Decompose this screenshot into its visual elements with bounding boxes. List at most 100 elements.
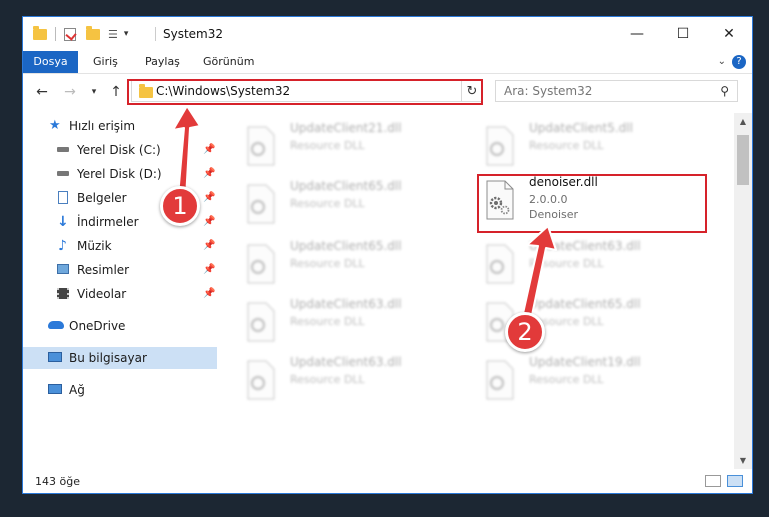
up-arrow-icon[interactable]: ↑: [107, 83, 125, 101]
chevron-down-icon[interactable]: ▾: [124, 29, 129, 39]
search-box[interactable]: ⚲: [495, 80, 738, 102]
ribbon-tabs: Dosya Giriş Paylaş Görünüm ? ⌄: [23, 51, 752, 74]
drive-icon: [57, 171, 69, 176]
sidebar-item-label: Belgeler: [77, 191, 127, 205]
file-tile[interactable]: UpdateClient65.dll Resource DLL: [240, 177, 470, 229]
file-description: Resource DLL: [290, 315, 365, 328]
search-icon[interactable]: ⚲: [720, 84, 729, 98]
pin-icon[interactable]: 📌: [203, 187, 215, 209]
dll-file-icon: [486, 244, 514, 284]
sidebar-item-label: Videolar: [77, 287, 127, 301]
sidebar-item-onedrive[interactable]: OneDrive: [23, 315, 217, 337]
file-description: Resource DLL: [290, 373, 365, 386]
videos-icon: [57, 288, 69, 299]
cloud-icon: [48, 321, 64, 329]
file-list: UpdateClient21.dll Resource DLL UpdateCl…: [220, 113, 740, 463]
close-button[interactable]: ✕: [706, 17, 752, 51]
file-tile[interactable]: UpdateClient63.dll Resource DLL: [240, 295, 470, 347]
file-name: UpdateClient19.dll: [529, 355, 641, 369]
file-name: UpdateClient65.dll: [290, 239, 402, 253]
file-description: Resource DLL: [290, 197, 365, 210]
sidebar-item-label: Yerel Disk (D:): [77, 167, 162, 181]
sidebar-item-label: OneDrive: [69, 319, 126, 333]
drive-icon: [57, 147, 69, 152]
pin-icon[interactable]: 📌: [203, 235, 215, 257]
sidebar-item-disk-d[interactable]: Yerel Disk (D:) 📌: [23, 163, 217, 185]
sidebar-item-label: Resimler: [77, 263, 130, 277]
details-view-icon[interactable]: [705, 475, 721, 487]
music-icon: ♪: [58, 238, 67, 254]
properties-icon[interactable]: [64, 27, 77, 41]
minimize-button[interactable]: —: [614, 17, 660, 51]
file-description: Resource DLL: [290, 139, 365, 152]
vertical-scrollbar[interactable]: ▲ ▼: [734, 113, 752, 469]
file-name: UpdateClient63.dll: [290, 355, 402, 369]
ribbon-expand-icon[interactable]: ⌄: [718, 56, 726, 67]
file-tile[interactable]: UpdateClient63.dll Resource DLL: [240, 353, 470, 405]
scroll-down-arrow-icon[interactable]: ▼: [734, 456, 752, 465]
back-arrow-icon[interactable]: ←: [33, 83, 51, 101]
sidebar-item-quick-access[interactable]: ★ Hızlı erişim: [23, 115, 217, 137]
file-tile[interactable]: UpdateClient5.dll Resource DLL: [479, 119, 709, 171]
tiles-view-icon[interactable]: [727, 475, 743, 487]
file-name: UpdateClient63.dll: [290, 297, 402, 311]
sidebar-item-label: Hızlı erişim: [69, 119, 136, 133]
new-folder-icon[interactable]: [86, 25, 100, 40]
maximize-button[interactable]: ☐: [660, 17, 706, 51]
title-divider: [155, 27, 156, 41]
dll-file-icon: [247, 360, 275, 400]
forward-arrow-icon[interactable]: →: [61, 83, 79, 101]
dll-file-icon: [486, 360, 514, 400]
file-name: UpdateClient63.dll: [529, 239, 641, 253]
pin-icon[interactable]: 📌: [203, 259, 215, 281]
pin-icon[interactable]: 📌: [203, 283, 215, 305]
computer-icon: [48, 352, 62, 362]
file-description: Resource DLL: [529, 139, 604, 152]
tab-share[interactable]: Paylaş: [137, 51, 188, 73]
sidebar-item-label: Ağ: [69, 383, 85, 397]
scroll-up-arrow-icon[interactable]: ▲: [734, 117, 752, 126]
sidebar-item-network[interactable]: Ağ: [23, 379, 217, 401]
sidebar-item-videos[interactable]: Videolar 📌: [23, 283, 217, 305]
file-name: UpdateClient65.dll: [529, 297, 641, 311]
customize-toolbar-icon[interactable]: ☰: [108, 28, 118, 41]
file-tile[interactable]: UpdateClient63.dll Resource DLL: [479, 237, 709, 289]
item-count: 143 öğe: [35, 475, 80, 488]
sidebar-item-this-pc[interactable]: Bu bilgisayar: [23, 347, 217, 369]
star-icon: ★: [49, 118, 61, 133]
quick-access-toolbar: ☰ ▾: [33, 25, 128, 43]
pin-icon[interactable]: 📌: [203, 139, 215, 161]
dll-file-icon: [247, 126, 275, 166]
sidebar-item-disk-c[interactable]: Yerel Disk (C:) 📌: [23, 139, 217, 161]
title-bar: ☰ ▾ System32 — ☐ ✕: [23, 17, 752, 51]
navigation-pane: ★ Hızlı erişim Yerel Disk (C:) 📌 Yerel D…: [23, 113, 217, 463]
pin-icon[interactable]: 📌: [203, 211, 215, 233]
documents-icon: [58, 191, 68, 204]
address-highlight-box: [127, 79, 483, 105]
recent-locations-icon[interactable]: ▾: [85, 83, 103, 101]
tab-file[interactable]: Dosya: [23, 51, 78, 73]
pin-icon[interactable]: 📌: [203, 163, 215, 185]
tab-home[interactable]: Giriş: [85, 51, 126, 73]
file-name: UpdateClient65.dll: [290, 179, 402, 193]
sidebar-item-music[interactable]: ♪ Müzik 📌: [23, 235, 217, 257]
search-input[interactable]: [496, 81, 722, 101]
tab-view[interactable]: Görünüm: [195, 51, 262, 73]
help-button[interactable]: ?: [732, 55, 746, 69]
step-marker-1: 1: [160, 186, 200, 226]
scrollbar-thumb[interactable]: [737, 135, 749, 185]
sidebar-item-pictures[interactable]: Resimler 📌: [23, 259, 217, 281]
file-tile[interactable]: UpdateClient19.dll Resource DLL: [479, 353, 709, 405]
dll-file-icon: [247, 302, 275, 342]
dll-file-icon: [247, 244, 275, 284]
file-tile[interactable]: UpdateClient65.dll Resource DLL: [240, 237, 470, 289]
pictures-icon: [57, 264, 69, 274]
file-name: UpdateClient21.dll: [290, 121, 402, 135]
sidebar-item-label: Müzik: [77, 239, 112, 253]
step-marker-2: 2: [505, 312, 545, 352]
window-title: System32: [163, 27, 224, 41]
file-description: Resource DLL: [290, 257, 365, 270]
file-tile[interactable]: UpdateClient21.dll Resource DLL: [240, 119, 470, 171]
folder-icon[interactable]: [33, 25, 47, 40]
dll-file-icon: [247, 184, 275, 224]
